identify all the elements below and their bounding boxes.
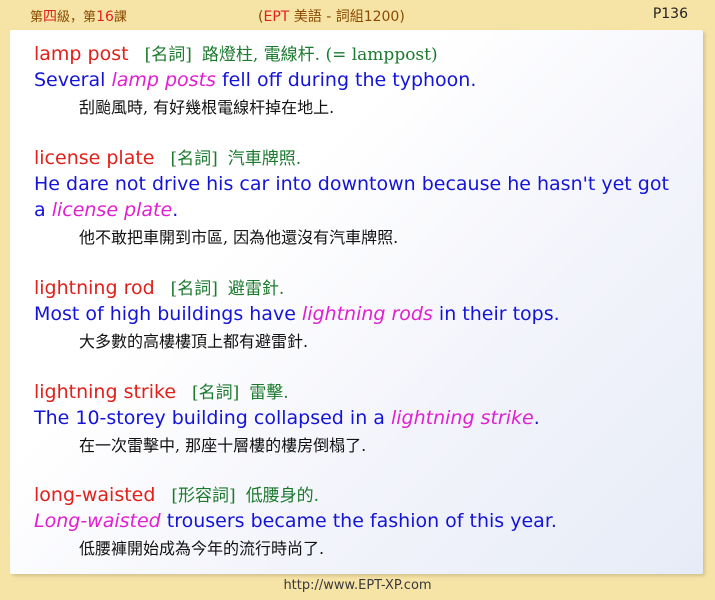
title-ept: EPT: [263, 9, 290, 25]
sentence-before: Several: [34, 69, 112, 91]
translation: 在一次雷擊中, 那座十層樓的樓房倒榻了.: [79, 436, 367, 455]
page-number: P136: [652, 6, 688, 22]
vocab-entry: long-waisted [形容詞] 低腰身的. Long-waisted trou…: [34, 483, 684, 564]
vocab-entry: lamp post [名詞] 路燈柱, 電線杆. (= lamppost) Seve…: [34, 42, 684, 123]
page-header: 第四級，第16課 (EPT 美語 - 詞組1200) P136: [0, 0, 715, 30]
entry-head: long-waisted [形容詞] 低腰身的.: [34, 483, 684, 508]
translation: 刮颱風時, 有好幾根電線杆掉在地上.: [79, 98, 335, 117]
sentence-highlight: license plate: [51, 199, 173, 221]
vocab-entry: lightning strike [名詞] 雷擊. The 10-storey bu…: [34, 380, 684, 461]
footer-url[interactable]: http://www.EPT-XP.com: [0, 578, 715, 593]
entry-definition: 低腰身的.: [245, 486, 320, 506]
lesson-prefix: 第: [30, 10, 44, 25]
example-sentence: He dare not drive his car into downtown …: [34, 171, 684, 223]
sentence-after: .: [533, 407, 540, 429]
entry-pos: [名詞]: [170, 279, 218, 299]
sentence-highlight: lamp posts: [111, 69, 216, 91]
entry-head: lightning rod [名詞] 避雷針.: [34, 276, 684, 301]
entry-definition: 汽車牌照.: [227, 149, 302, 169]
vocabulary-card: lamp post [名詞] 路燈柱, 電線杆. (= lamppost) Seve…: [10, 30, 703, 574]
book-title: (EPT 美語 - 詞組1200): [258, 6, 405, 26]
entry-term: lightning strike: [34, 381, 177, 403]
sentence-after: fell off during the typhoon.: [215, 69, 477, 91]
sentence-before: The 10-storey building collapsed in a: [34, 407, 391, 429]
lesson-separator: ，: [70, 10, 84, 25]
lesson-post: 課: [113, 10, 127, 25]
entry-pos: [形容詞]: [171, 486, 236, 506]
example-sentence: Most of high buildings have lightning ro…: [34, 301, 684, 327]
entry-term: long-waisted: [34, 484, 156, 506]
lesson-pre: 第: [83, 10, 97, 25]
sentence-highlight: Long-waisted: [34, 510, 161, 532]
vocab-entry: lightning rod [名詞] 避雷針. Most of high build…: [34, 276, 684, 357]
entry-term: license plate: [34, 147, 155, 169]
sentence-after: .: [172, 199, 179, 221]
entry-head: lamp post [名詞] 路燈柱, 電線杆. (= lamppost): [34, 42, 684, 67]
entry-pos: [名詞]: [144, 45, 192, 65]
example-sentence: The 10-storey building collapsed in a li…: [34, 405, 684, 431]
entry-pos: [名詞]: [192, 383, 240, 403]
sentence-highlight: lightning strike: [390, 407, 534, 429]
entry-pos: [名詞]: [170, 149, 218, 169]
vocab-entry: license plate [名詞] 汽車牌照. He dare not drive…: [34, 146, 684, 253]
sentence-highlight: lightning rods: [301, 303, 433, 325]
entry-term: lightning rod: [34, 277, 155, 299]
example-sentence: Several lamp posts fell off during the t…: [34, 67, 684, 93]
sentence-after: in their tops.: [432, 303, 560, 325]
entry-definition: 路燈柱, 電線杆. (= lamppost): [201, 45, 438, 65]
translation: 大多數的高樓樓頂上都有避雷針.: [79, 332, 309, 351]
translation: 低腰褲開始成為今年的流行時尚了.: [79, 539, 325, 558]
level-char: 四: [43, 9, 58, 25]
entry-term: lamp post: [34, 43, 129, 65]
entry-definition: 雷擊.: [249, 383, 289, 403]
entry-head: lightning strike [名詞] 雷擊.: [34, 380, 684, 405]
translation: 他不敢把車開到市區, 因為他還沒有汽車牌照.: [79, 228, 399, 247]
entry-head: license plate [名詞] 汽車牌照.: [34, 146, 684, 171]
entry-definition: 避雷針.: [227, 279, 285, 299]
sentence-after: trousers became the fashion of this year…: [160, 510, 557, 532]
sentence-before: Most of high buildings have: [34, 303, 302, 325]
lesson-number: 16: [96, 9, 114, 25]
level-suffix: 級: [57, 10, 71, 25]
title-rest: 美語 - 詞組1200): [289, 9, 405, 25]
lesson-indicator: 第四級，第16課: [30, 6, 127, 26]
example-sentence: Long-waisted trousers became the fashion…: [34, 508, 684, 534]
